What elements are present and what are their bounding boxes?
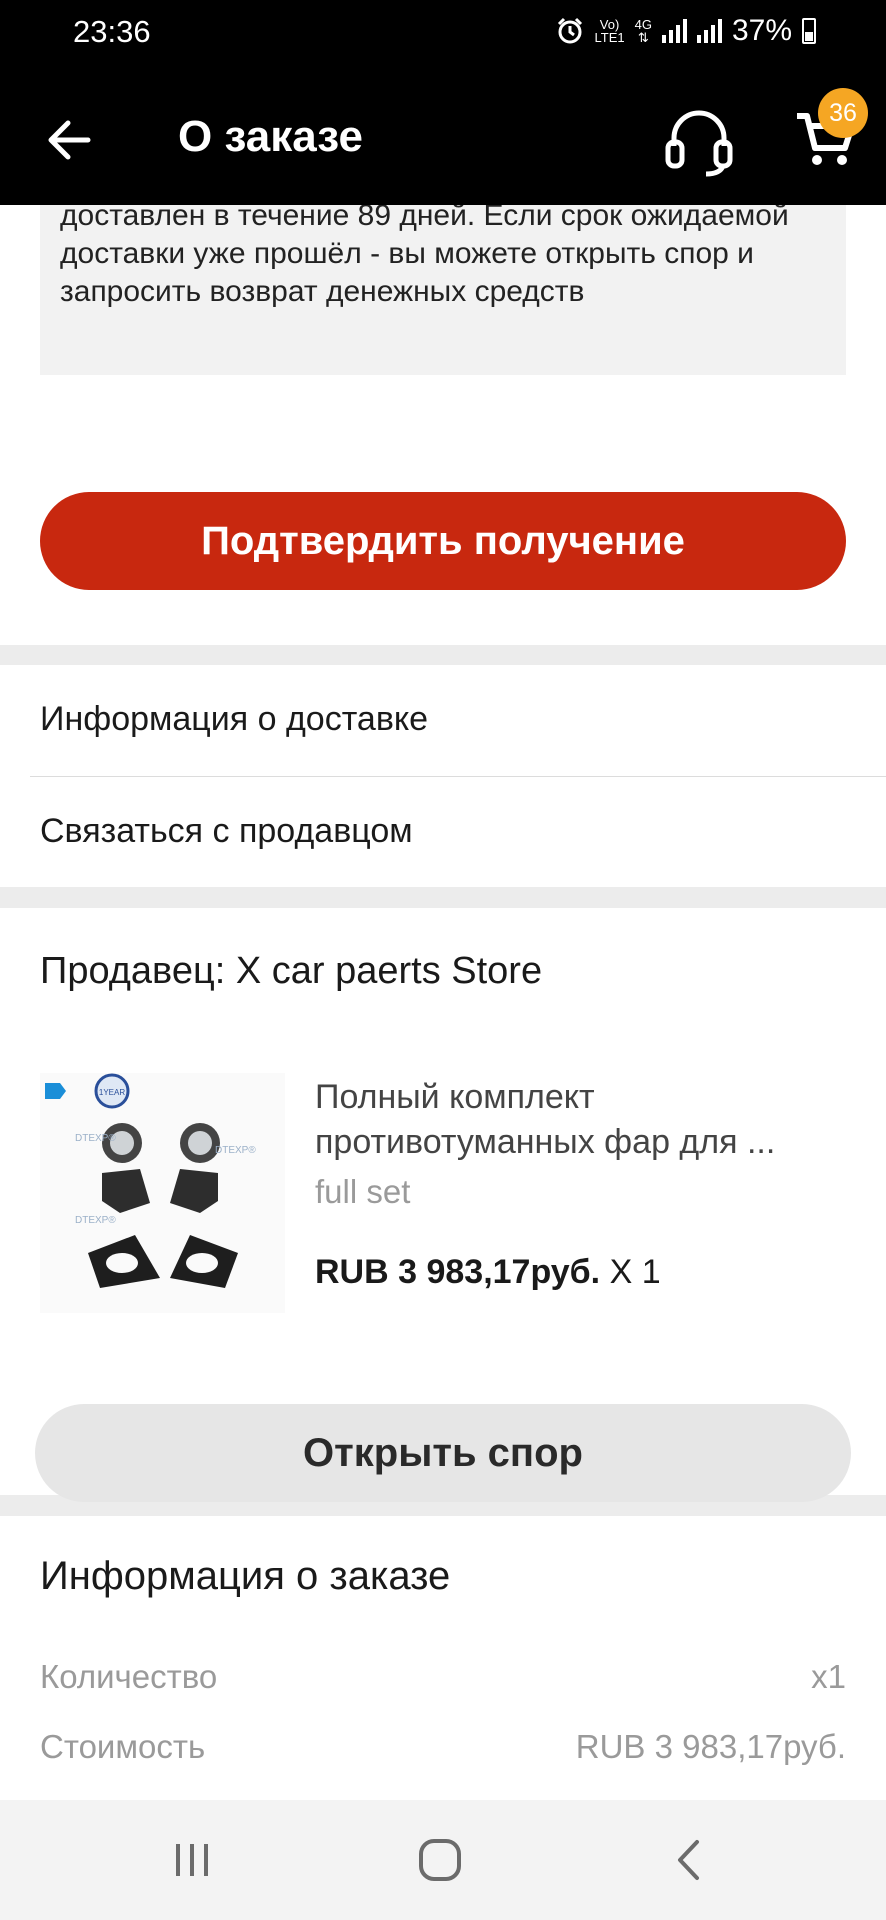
recents-icon[interactable] bbox=[162, 1830, 222, 1890]
open-dispute-button[interactable]: Открыть спор bbox=[35, 1404, 851, 1502]
status-bar: 23:36 Vo) LTE1 4G ⇅ 37% bbox=[0, 0, 886, 70]
product-price-row: RUB 3 983,17руб. X 1 bbox=[315, 1253, 661, 1292]
alarm-icon bbox=[557, 17, 582, 44]
order-content[interactable]: доставлен в течение 89 дней. Если срок о… bbox=[0, 205, 886, 1800]
system-nav-bar bbox=[0, 1800, 886, 1920]
order-info-row: Количество x1 bbox=[40, 1658, 846, 1696]
seller-card: Продавец: X car paerts Store 1YEAR DTEXP… bbox=[0, 908, 886, 1502]
order-info-card: Информация о заказе Количество x1 Стоимо… bbox=[0, 1516, 886, 1800]
product-price: RUB 3 983,17руб. bbox=[315, 1253, 601, 1291]
confirm-receipt-button[interactable]: Подтвердить получение bbox=[40, 492, 846, 590]
seller-title: Продавец: X car paerts Store bbox=[40, 950, 543, 992]
order-info-label: Количество bbox=[40, 1658, 218, 1695]
network-type-indicator: 4G ⇅ bbox=[635, 18, 652, 44]
product-watermark: DTEXP® bbox=[75, 1133, 116, 1144]
chevron-left-icon[interactable] bbox=[660, 1830, 720, 1890]
product-variant: full set bbox=[315, 1173, 411, 1210]
order-info-value: RUB 3 983,17руб. bbox=[575, 1728, 846, 1765]
lte-label: LTE1 bbox=[594, 30, 625, 45]
headset-icon[interactable] bbox=[660, 102, 738, 180]
contact-seller-link[interactable]: Связаться с продавцом bbox=[40, 812, 413, 851]
home-icon[interactable] bbox=[410, 1830, 470, 1890]
arrow-left-icon[interactable] bbox=[40, 110, 100, 170]
notice-card: доставлен в течение 89 дней. Если срок о… bbox=[0, 205, 886, 645]
order-info-title: Информация о заказе bbox=[40, 1554, 451, 1598]
product-quantity: X 1 bbox=[609, 1253, 661, 1291]
order-info-value: x1 bbox=[811, 1658, 846, 1695]
signal-icon-1 bbox=[661, 19, 687, 43]
app-bar: О заказе 36 bbox=[0, 70, 886, 205]
delivery-info-link[interactable]: Информация о доставке bbox=[40, 700, 428, 739]
svg-text:1YEAR: 1YEAR bbox=[99, 1088, 125, 1097]
order-info-label: Стоимость bbox=[40, 1728, 206, 1765]
order-info-row: Стоимость RUB 3 983,17руб. bbox=[40, 1728, 846, 1766]
battery-icon bbox=[802, 18, 816, 44]
data-arrows-icon: ⇅ bbox=[637, 30, 649, 45]
page-title: О заказе bbox=[178, 112, 364, 161]
battery-percent: 37% bbox=[731, 14, 792, 47]
divider bbox=[30, 776, 886, 777]
product-watermark: DTEXP® bbox=[215, 1145, 256, 1156]
delivery-notice-text: доставлен в течение 89 дней. Если срок о… bbox=[60, 205, 789, 308]
product-name[interactable]: Полный комплект противотуманных фар для … bbox=[315, 1075, 835, 1165]
status-time: 23:36 bbox=[73, 14, 151, 49]
order-links-card: Информация о доставке Связаться с продав… bbox=[0, 665, 886, 887]
volte-indicator: Vo) LTE1 bbox=[595, 18, 625, 44]
product-watermark: DTEXP® bbox=[75, 1215, 116, 1226]
status-icons: Vo) LTE1 4G ⇅ 37% bbox=[555, 14, 816, 48]
product-image[interactable]: 1YEAR DTEXP® DTEXP® DTEXP® bbox=[40, 1073, 285, 1313]
signal-icon-2 bbox=[696, 19, 722, 43]
cart-count-badge: 36 bbox=[818, 88, 868, 138]
delivery-notice: доставлен в течение 89 дней. Если срок о… bbox=[40, 205, 846, 375]
